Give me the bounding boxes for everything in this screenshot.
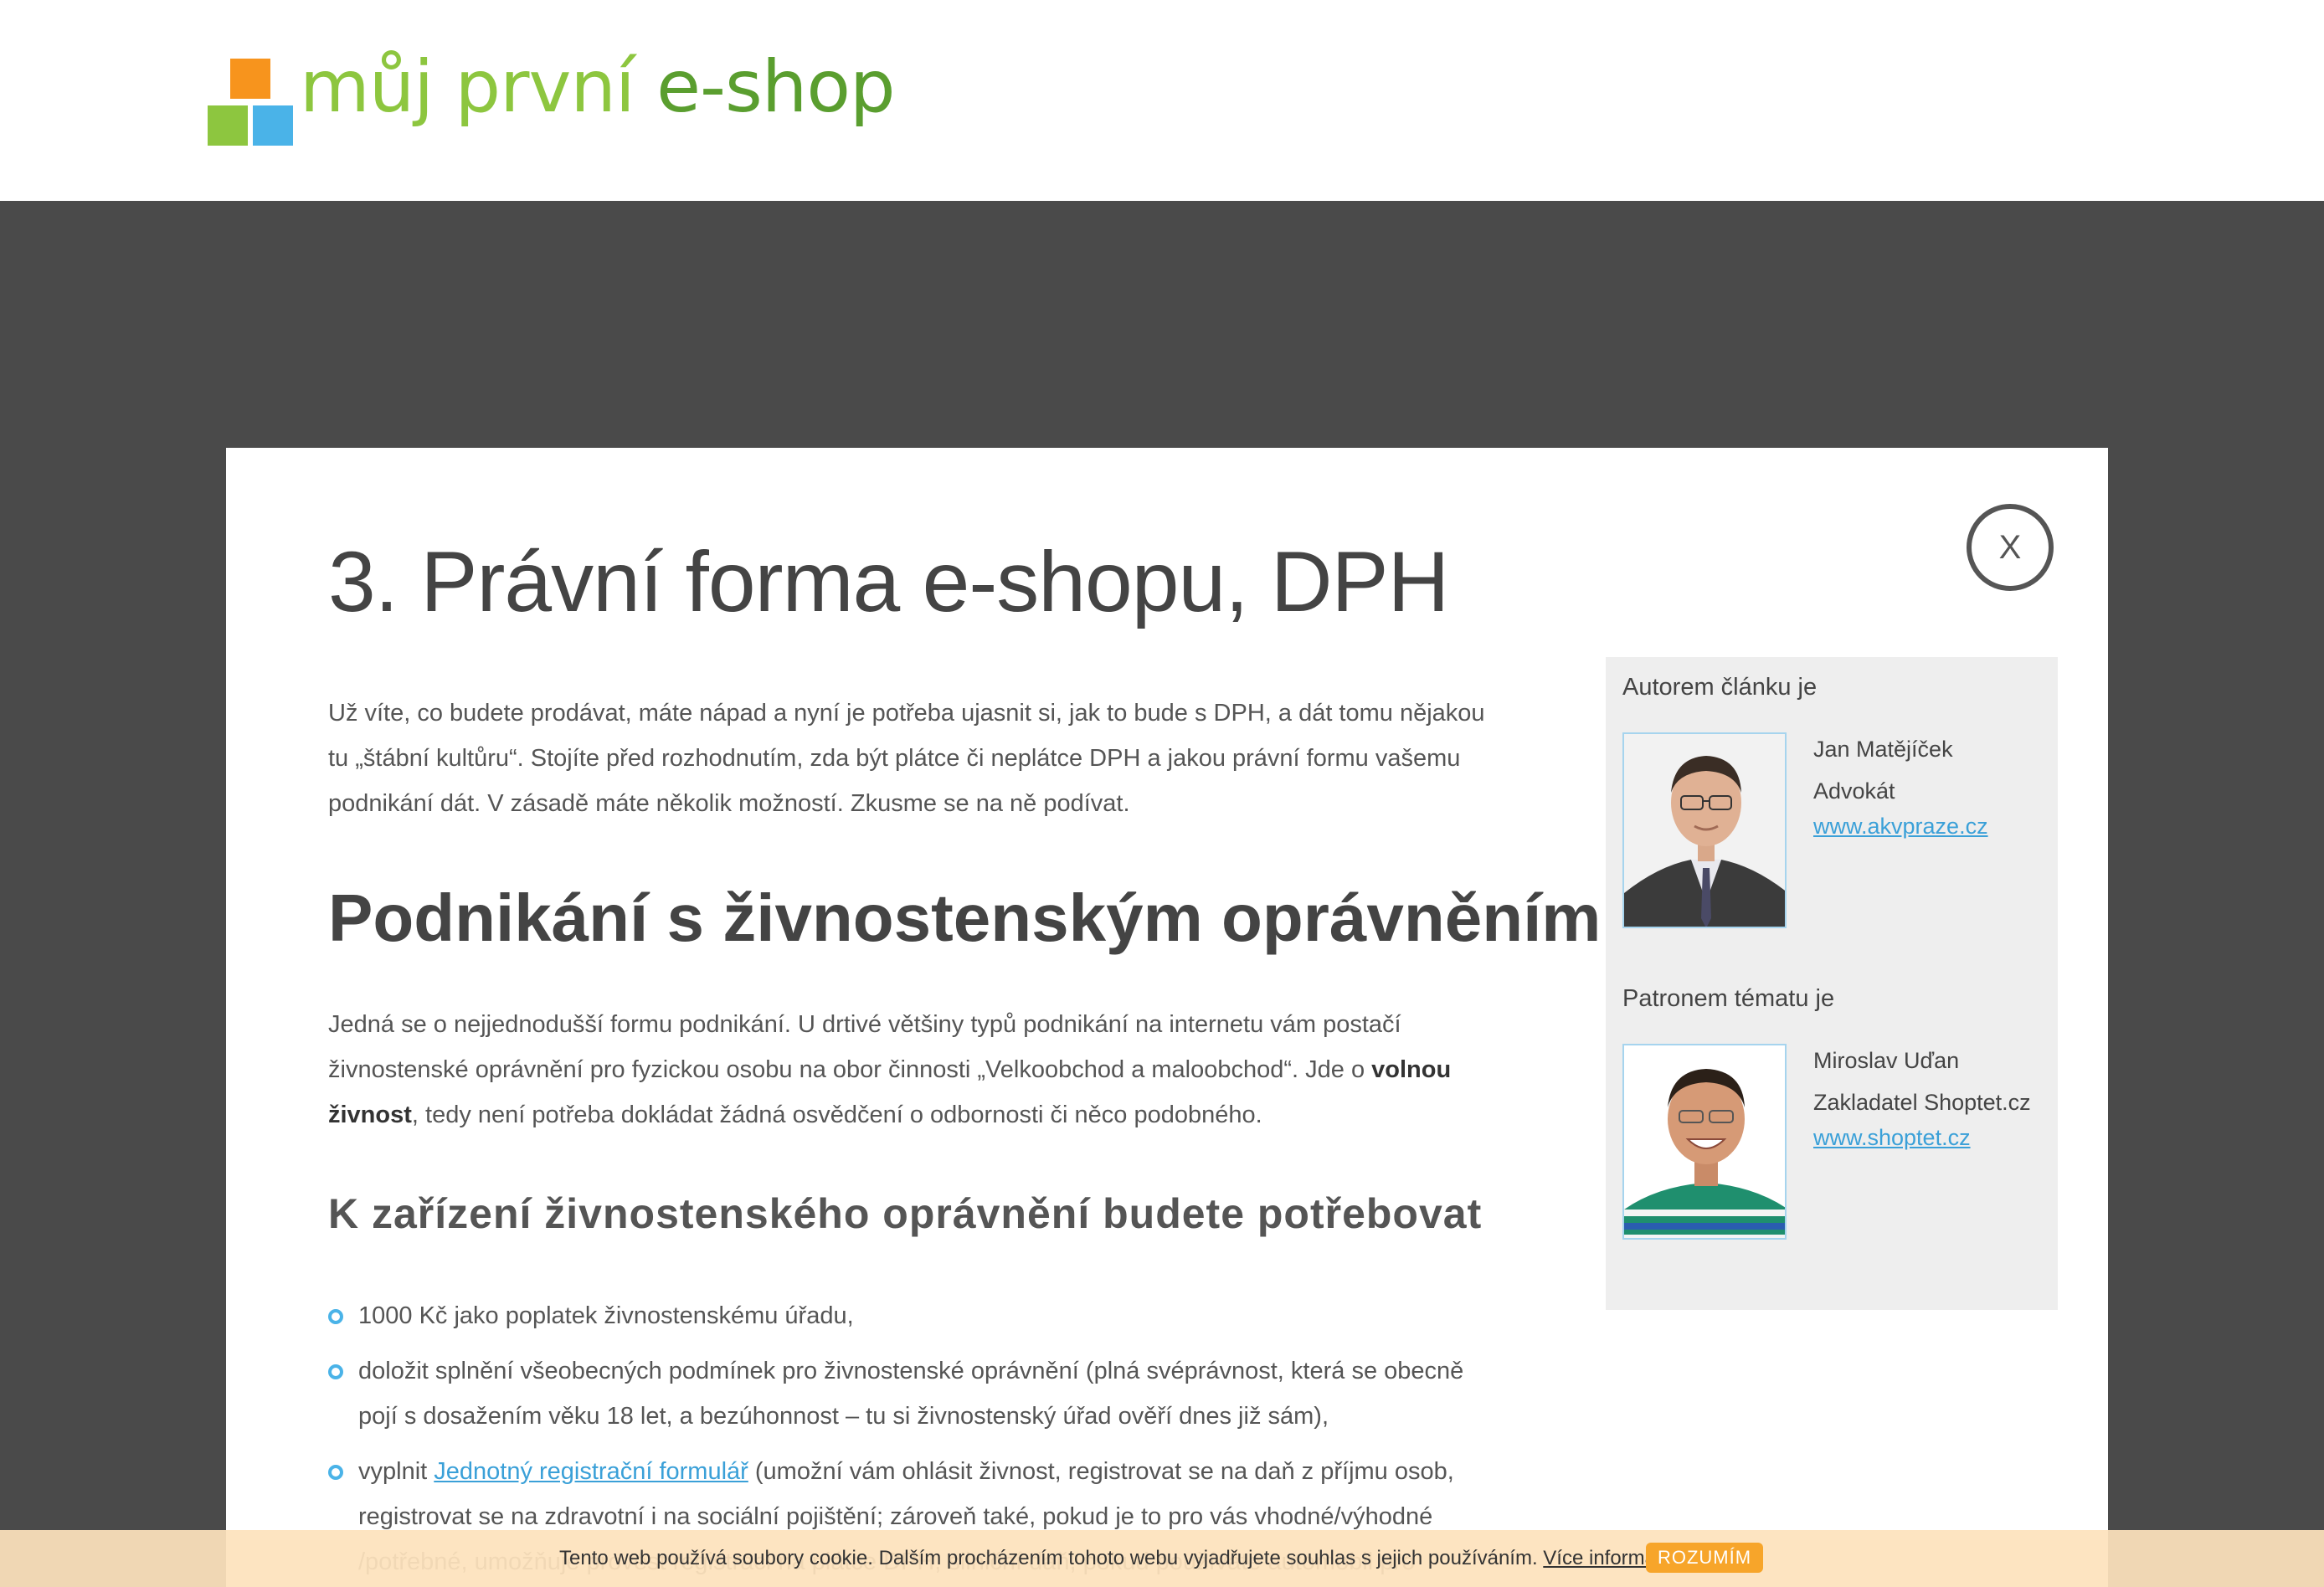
list-item-text-pre: vyplnit [358,1458,434,1485]
author-photo [1622,732,1787,928]
article-content: 3. Právní forma e-shopu, DPH Už víte, co… [328,532,1602,1587]
author-portrait-icon [1624,734,1785,927]
cookie-accept-button[interactable]: ROZUMÍM [1646,1543,1763,1573]
close-icon: X [1998,528,2022,566]
logo-text: můj první e-shop [300,45,896,146]
registration-form-link[interactable]: Jednotný registrační formulář [434,1458,748,1485]
patron-info: Miroslav Uďan Zakladatel Shoptet.cz www.… [1813,1042,2031,1154]
list-item-text: 1000 Kč jako poplatek živnostenskému úřa… [358,1302,854,1329]
cookie-text: Tento web používá soubory cookie. Dalším… [559,1545,1710,1572]
sidebar-authors: Autorem článku je Jan Matějíček Advokát … [1606,657,2058,1310]
patron-name: Miroslav Uďan [1813,1048,1960,1073]
subheading: K zařízení živnostenského oprávnění bude… [328,1190,1483,1237]
close-button[interactable]: X [1967,504,2054,591]
article-modal: X 3. Právní forma e-shopu, DPH Už víte, … [226,448,2108,1587]
article-intro: Už víte, co budete prodávat, máte nápad … [328,700,1485,817]
logo-block-orange [230,59,270,99]
logo-block-green [208,105,248,146]
logo-block-blue [253,105,293,146]
list-item: doložit splnění všeobecných podmínek pro… [328,1348,1500,1439]
author-info: Jan Matějíček Advokát www.akvpraze.cz [1813,731,1988,843]
patron-role: Zakladatel Shoptet.cz [1813,1090,2031,1115]
bullet-circle-icon [328,1465,343,1480]
author-role: Advokát [1813,778,1895,804]
bullet-circle-icon [328,1364,343,1379]
list-item: 1000 Kč jako poplatek živnostenskému úřa… [328,1293,1500,1338]
list-item-text: doložit splnění všeobecných podmínek pro… [358,1358,1464,1430]
patron-portrait-icon [1624,1045,1785,1238]
cookie-message: Tento web používá soubory cookie. Dalším… [559,1547,1544,1569]
logo-text-primary: můj první [300,45,635,129]
section-text-2: , tedy není potřeba dokládat žádná osvěd… [411,1102,1262,1128]
patron-website-link[interactable]: www.shoptet.cz [1813,1121,2031,1154]
section-paragraph: Jedná se o nejjednodušší formu podnikání… [328,1002,1517,1138]
patron-photo [1622,1044,1787,1240]
logo-blocks-icon [208,59,295,146]
patron-heading: Patronem tématu je [1622,985,1835,1012]
article-title: 3. Právní forma e-shopu, DPH [328,534,1449,629]
author-website-link[interactable]: www.akvpraze.cz [1813,809,1988,843]
author-name: Jan Matějíček [1813,737,1953,762]
section-text-1: Jedná se o nejjednodušší formu podnikání… [328,1011,1401,1083]
cookie-bar: Tento web používá soubory cookie. Dalším… [0,1530,2324,1587]
site-logo[interactable]: můj první e-shop [208,45,896,146]
bullet-circle-icon [328,1309,343,1324]
section-heading: Podnikání s živnostenským oprávněním [328,881,1602,955]
logo-text-secondary: e-shop [634,45,895,129]
site-header: můj první e-shop [0,0,2324,201]
author-heading: Autorem článku je [1622,674,1818,701]
